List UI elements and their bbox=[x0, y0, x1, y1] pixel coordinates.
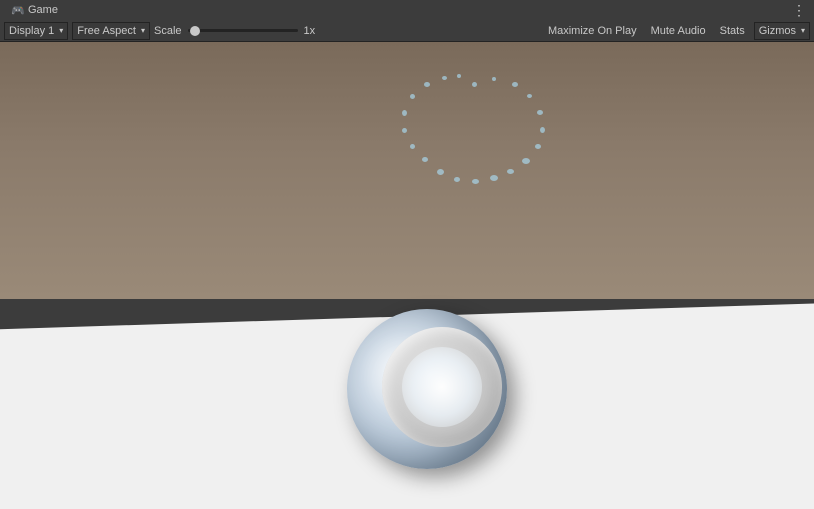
aspect-label: Free Aspect bbox=[77, 25, 136, 37]
particle bbox=[454, 177, 460, 182]
3d-object bbox=[327, 299, 527, 479]
particle bbox=[537, 110, 543, 115]
particle bbox=[442, 76, 447, 80]
game-tab-icon: 🎮 bbox=[12, 5, 24, 15]
tab-bar: 🎮 Game ⋮ bbox=[0, 0, 814, 20]
scale-track[interactable] bbox=[188, 29, 298, 32]
display-chevron: ▾ bbox=[59, 26, 63, 35]
stats-button[interactable]: Stats bbox=[715, 22, 750, 40]
particle bbox=[422, 157, 428, 162]
particle bbox=[512, 82, 518, 87]
particle bbox=[540, 127, 545, 133]
particle-system bbox=[377, 72, 577, 232]
particle bbox=[522, 158, 530, 164]
aspect-chevron: ▾ bbox=[141, 26, 145, 35]
particle bbox=[402, 128, 407, 133]
particle bbox=[490, 175, 498, 181]
display-select[interactable]: Display 1 ▾ bbox=[4, 22, 68, 40]
gizmos-chevron: ▾ bbox=[801, 26, 805, 35]
particle bbox=[507, 169, 514, 174]
particle bbox=[472, 82, 477, 87]
particle bbox=[457, 74, 461, 78]
mute-audio-button[interactable]: Mute Audio bbox=[646, 22, 711, 40]
particle bbox=[437, 169, 444, 175]
game-tab[interactable]: 🎮 Game bbox=[4, 0, 66, 20]
maximize-button[interactable]: Maximize On Play bbox=[543, 22, 642, 40]
particle bbox=[410, 94, 415, 99]
aspect-select[interactable]: Free Aspect ▾ bbox=[72, 22, 150, 40]
particle bbox=[527, 94, 532, 98]
display-label: Display 1 bbox=[9, 25, 54, 37]
game-viewport bbox=[0, 42, 814, 509]
gizmos-label: Gizmos bbox=[759, 25, 796, 37]
game-tab-label: Game bbox=[28, 4, 58, 16]
particle bbox=[492, 77, 496, 81]
scale-value: 1x bbox=[304, 25, 318, 37]
particle bbox=[472, 179, 479, 184]
particle bbox=[424, 82, 430, 87]
particle bbox=[402, 110, 407, 116]
particle bbox=[535, 144, 541, 149]
toolbar: Display 1 ▾ Free Aspect ▾ Scale 1x Maxim… bbox=[0, 20, 814, 42]
particle bbox=[410, 144, 415, 149]
tab-more-button[interactable]: ⋮ bbox=[788, 2, 810, 19]
gizmos-select[interactable]: Gizmos ▾ bbox=[754, 22, 810, 40]
scale-label: Scale bbox=[154, 25, 182, 37]
inner-glow bbox=[402, 347, 482, 427]
scale-thumb[interactable] bbox=[190, 26, 200, 36]
